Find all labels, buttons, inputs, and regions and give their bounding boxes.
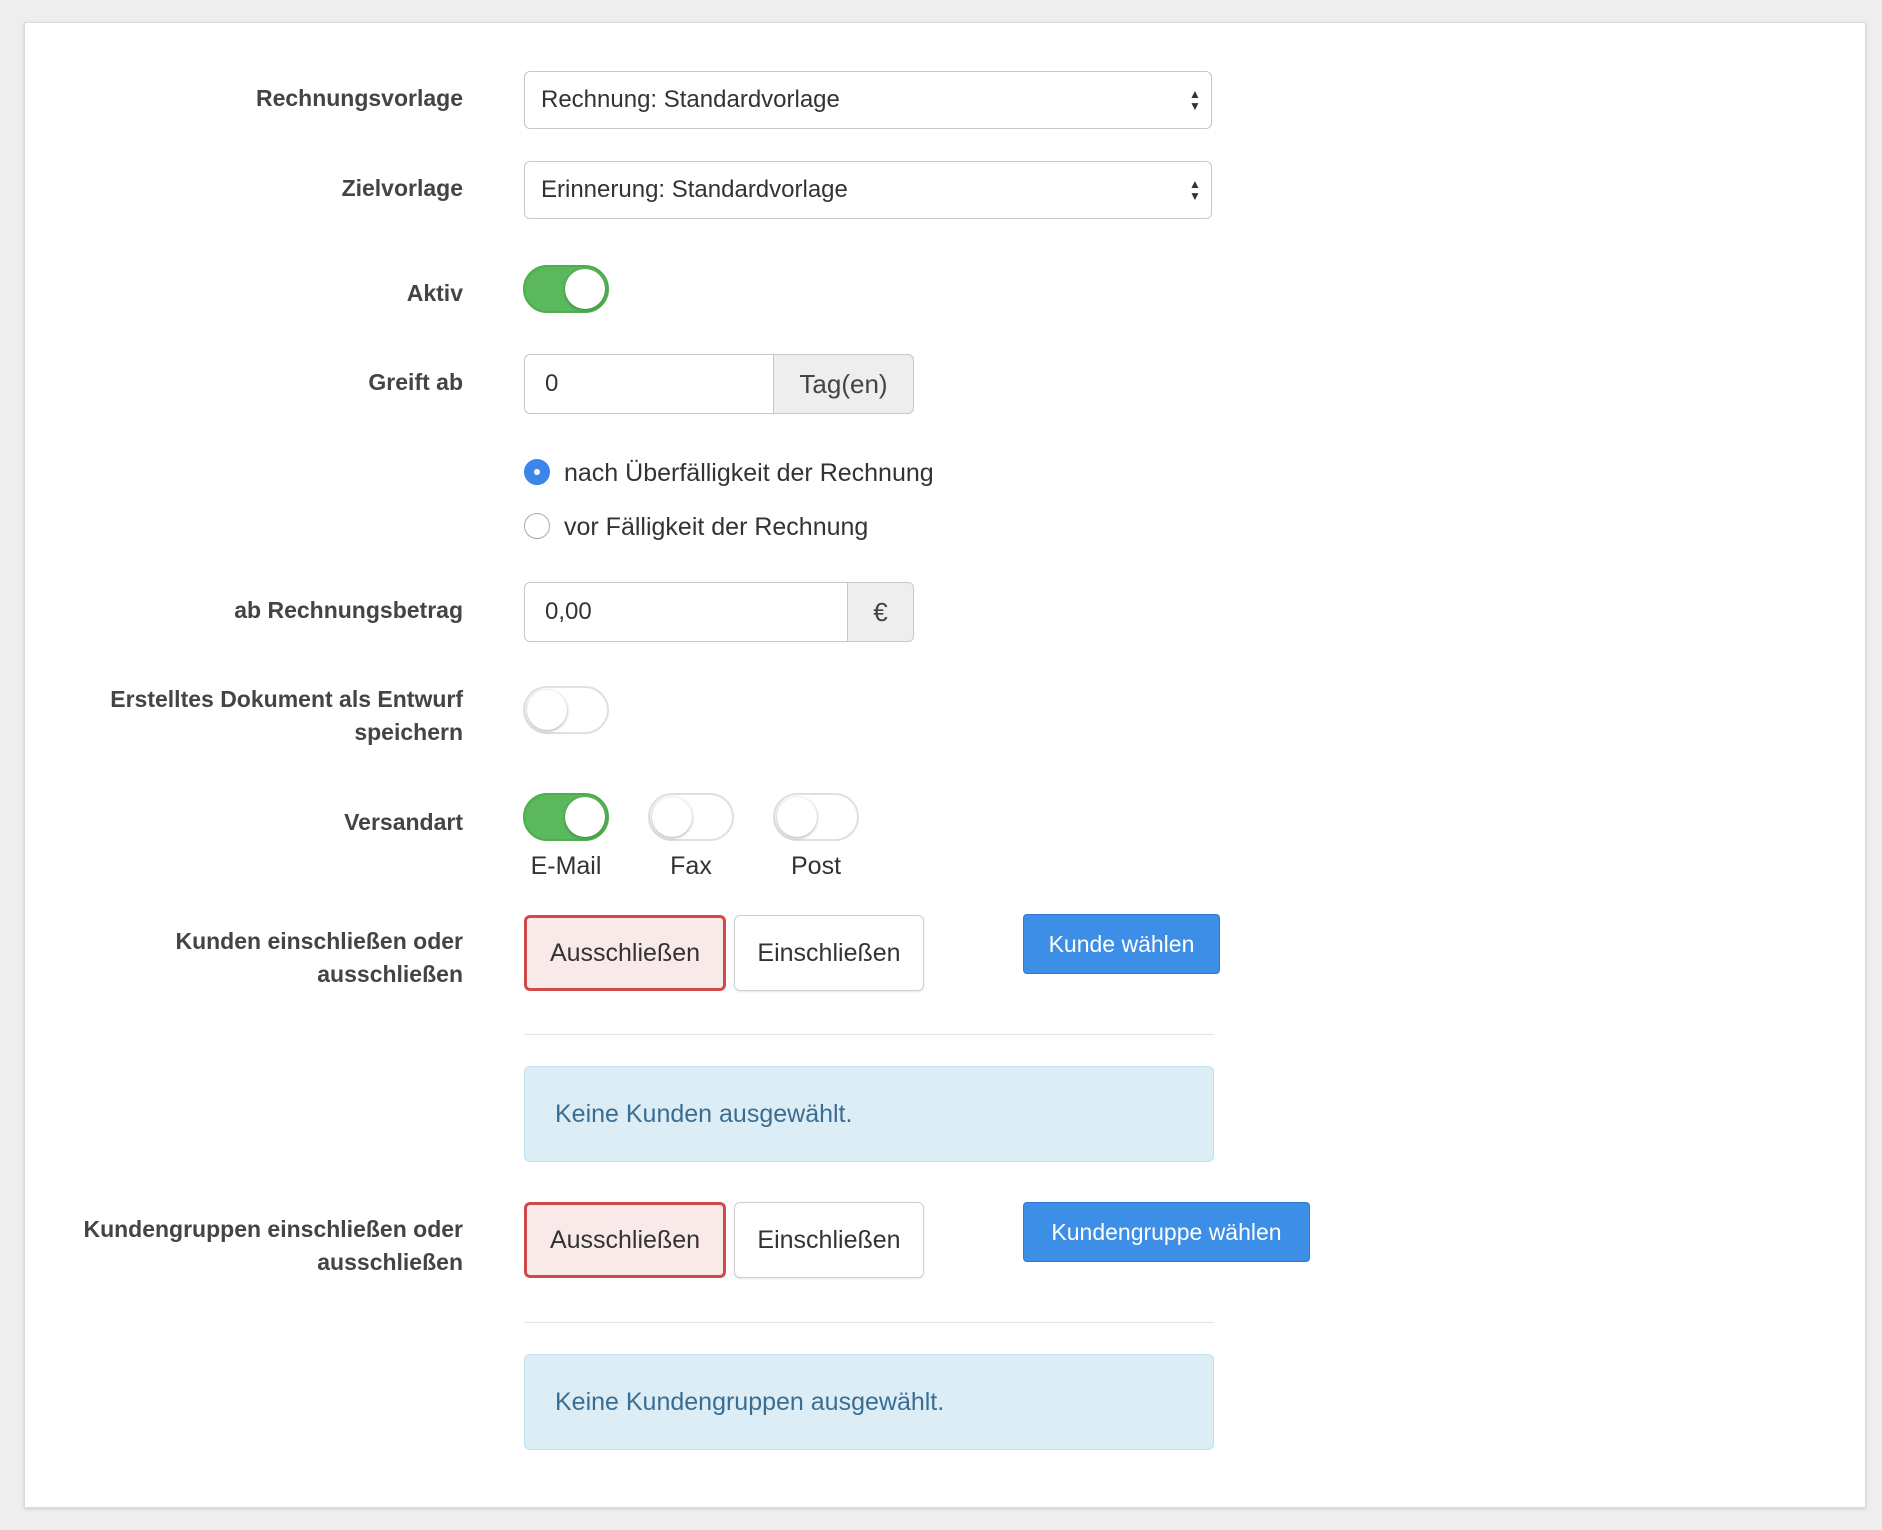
target-template-label: Zielvorlage (341, 175, 463, 201)
active-toggle[interactable] (523, 265, 609, 313)
applies-from-label: Greift ab (368, 369, 463, 395)
radio-unchecked-icon[interactable] (524, 513, 550, 539)
active-label: Aktiv (406, 280, 463, 306)
toggle-knob (565, 797, 605, 837)
shipping-email-toggle[interactable] (523, 793, 609, 841)
target-template-value: Erinnerung: Standardvorlage (541, 176, 848, 203)
save-as-draft-toggle[interactable] (523, 686, 609, 734)
toggle-knob (565, 269, 605, 309)
timing-option-label: vor Fälligkeit der Rechnung (564, 513, 869, 541)
toggle-knob (777, 797, 817, 837)
radio-checked-icon[interactable] (524, 459, 550, 485)
days-unit-addon: Tag(en) (773, 354, 914, 414)
customer-groups-exclude-button[interactable]: Ausschließen (524, 1202, 726, 1278)
choose-customer-button[interactable]: Kunde wählen (1023, 914, 1220, 974)
choose-customer-group-button[interactable]: Kundengruppe wählen (1023, 1202, 1310, 1262)
customers-exclude-button[interactable]: Ausschließen (524, 915, 726, 991)
shipping-post-toggle[interactable] (773, 793, 859, 841)
select-arrows-icon: ▲ ▼ (1189, 177, 1201, 203)
toggle-knob (527, 690, 567, 730)
timing-option-label: nach Überfälligkeit der Rechnung (564, 459, 934, 487)
shipping-fax-label: Fax (670, 852, 712, 880)
customers-include-button[interactable]: Einschließen (734, 915, 924, 991)
invoice-template-label: Rechnungsvorlage (255, 85, 463, 111)
customer-groups-include-button[interactable]: Einschließen (734, 1202, 924, 1278)
customer-groups-label: Kundengruppen einschließen oder ausschli… (83, 1216, 463, 1275)
select-arrows-icon: ▲ ▼ (1189, 87, 1201, 113)
applies-from-input[interactable]: 0 (524, 354, 774, 414)
divider (524, 1034, 1214, 1035)
target-template-select[interactable]: Erinnerung: Standardvorlage ▲ ▼ (524, 161, 1212, 219)
shipping-fax-toggle[interactable] (648, 793, 734, 841)
currency-addon: € (847, 582, 914, 642)
min-amount-label: ab Rechnungsbetrag (234, 597, 463, 623)
no-customer-groups-message: Keine Kundengruppen ausgewählt. (524, 1354, 1214, 1450)
save-as-draft-label: Erstelltes Dokument als Entwurf speicher… (110, 686, 463, 745)
shipping-post-label: Post (790, 852, 842, 880)
min-amount-input[interactable]: 0,00 (524, 582, 848, 642)
shipping-label: Versandart (344, 809, 463, 835)
settings-panel (24, 22, 1866, 1508)
shipping-email-label: E-Mail (530, 852, 602, 880)
customers-label: Kunden einschließen oder ausschließen (175, 928, 463, 987)
invoice-template-value: Rechnung: Standardvorlage (541, 86, 840, 113)
no-customers-message: Keine Kunden ausgewählt. (524, 1066, 1214, 1162)
invoice-template-select[interactable]: Rechnung: Standardvorlage ▲ ▼ (524, 71, 1212, 129)
toggle-knob (652, 797, 692, 837)
divider (524, 1322, 1214, 1323)
